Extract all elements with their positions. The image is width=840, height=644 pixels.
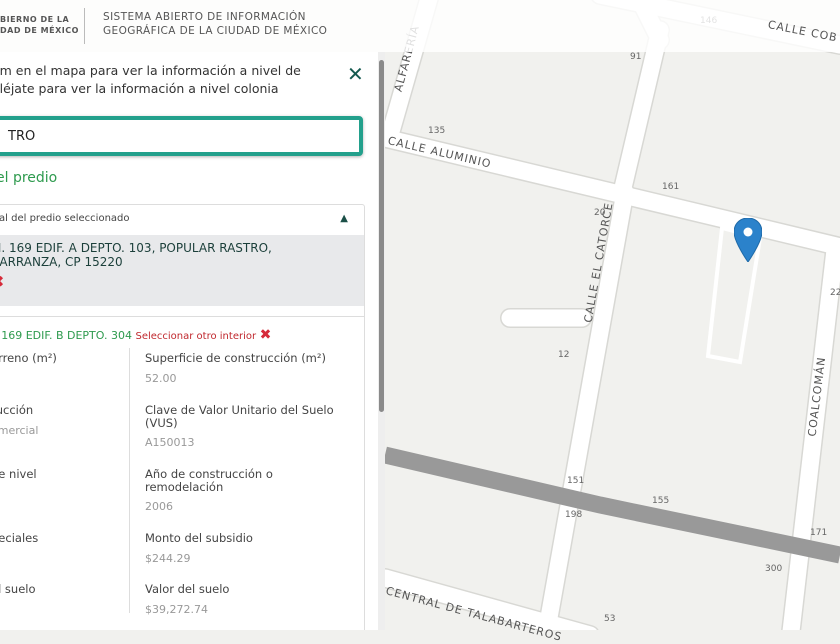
- selected-address: M. 169 EDIF. A DEPTO. 103, POPULAR RASTR…: [0, 235, 364, 306]
- field-label: peciales: [0, 531, 39, 545]
- field-value: $244.29: [145, 552, 191, 565]
- field-value: A150013: [145, 436, 195, 449]
- address-number: 171: [810, 528, 828, 538]
- address-number: 198: [565, 510, 583, 520]
- field-value: 2006: [145, 500, 173, 513]
- address-number: 22: [830, 288, 840, 298]
- address-number: 12: [558, 350, 570, 360]
- address-number: 151: [567, 476, 585, 486]
- section-subtitle: el predio: [0, 170, 58, 186]
- header-divider: [84, 8, 85, 44]
- remove-icon[interactable]: ✖: [0, 274, 364, 290]
- remove-unit-icon[interactable]: ✖: [260, 327, 272, 343]
- hint-line: aléjate para ver la información a nivel …: [0, 81, 279, 96]
- address-number: 53: [604, 614, 616, 624]
- system-title-line: GEOGRÁFICA DE LA CIUDAD DE MÉXICO: [103, 25, 328, 37]
- field-label: de nivel: [0, 467, 37, 481]
- avenue: [383, 446, 840, 564]
- address-number: 161: [662, 182, 680, 192]
- gov-logo: BIERNO DE LA DAD DE MÉXICO: [0, 14, 79, 36]
- scrollbar-thumb[interactable]: [379, 60, 384, 412]
- column-divider: [129, 348, 130, 613]
- address-number: 91: [630, 52, 642, 62]
- system-title: SISTEMA ABIERTO DE INFORMACIÓN GEOGRÁFICA…: [103, 10, 327, 38]
- field-label: erreno (m²): [0, 351, 57, 365]
- search-input[interactable]: TRO: [0, 116, 363, 156]
- field-label: Monto del subsidio: [145, 531, 253, 545]
- address-number: 20: [594, 208, 606, 218]
- address-number: 155: [652, 496, 670, 506]
- unit-label: I. 169 EDIF. B DEPTO. 304: [0, 329, 132, 342]
- zoom-hint: om en el mapa para ver la información a …: [0, 62, 337, 98]
- field-value: 52.00: [145, 372, 177, 385]
- close-icon[interactable]: ✕: [347, 62, 364, 86]
- address-line: M. 169 EDIF. A DEPTO. 103, POPULAR RASTR…: [0, 241, 272, 255]
- info-panel: om en el mapa para ver la información a …: [0, 52, 380, 630]
- address-number: 300: [765, 564, 783, 574]
- gov-logo-line: BIERNO DE LA: [0, 15, 70, 24]
- field-label: Valor del suelo: [145, 582, 230, 596]
- unit-row: I. 169 EDIF. B DEPTO. 304 Seleccionar ot…: [0, 316, 364, 348]
- field-value: omercial: [0, 424, 39, 437]
- field-value: $39,272.74: [145, 603, 208, 616]
- caret-up-icon[interactable]: ▲: [340, 213, 348, 224]
- field-label: rucción: [0, 403, 34, 417]
- address-number: 135: [428, 126, 446, 136]
- map-pin-icon[interactable]: [734, 218, 762, 262]
- select-other-unit-link[interactable]: Seleccionar otro interior: [135, 331, 256, 342]
- field-label: Superficie de construcción (m²): [145, 351, 326, 365]
- app-header: BIERNO DE LA DAD DE MÉXICO SISTEMA ABIERT…: [0, 0, 840, 52]
- field-label: Clave de Valor Unitario del Suelo (VUS): [145, 403, 334, 430]
- hint-line: om en el mapa para ver la información a …: [0, 63, 301, 78]
- card-header[interactable]: tral del predio seleccionado ▲: [0, 205, 364, 235]
- gov-logo-line: DAD DE MÉXICO: [0, 26, 79, 35]
- field-label: el suelo: [0, 582, 36, 596]
- property-card: tral del predio seleccionado ▲ M. 169 ED…: [0, 204, 365, 630]
- system-title-line: SISTEMA ABIERTO DE INFORMACIÓN: [103, 11, 306, 23]
- field-label: Año de construcción o remodelación: [145, 467, 273, 494]
- card-title: tral del predio seleccionado: [0, 213, 130, 224]
- address-line: CARRANZA, CP 15220: [0, 255, 123, 269]
